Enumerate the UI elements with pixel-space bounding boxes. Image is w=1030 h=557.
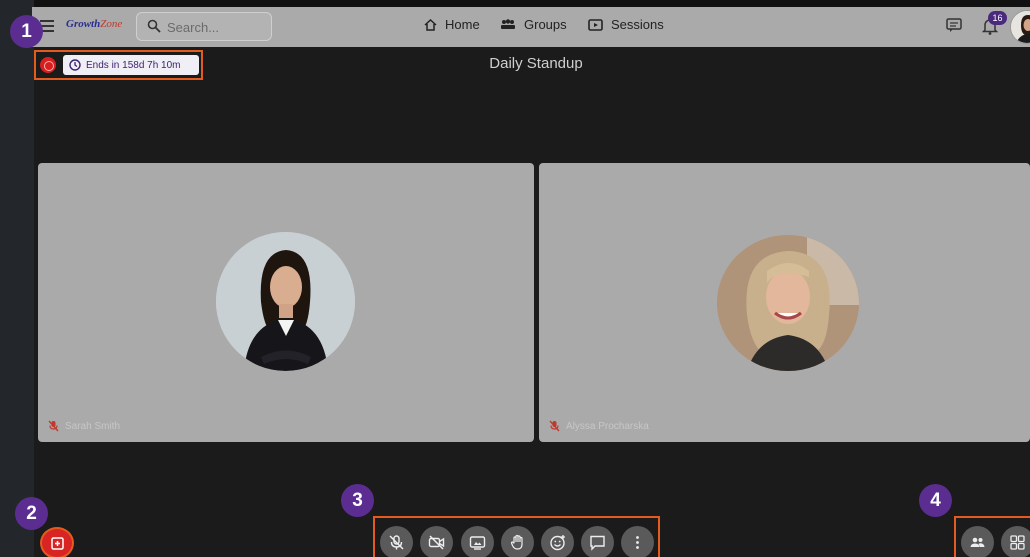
raise-hand-button[interactable] [501, 526, 534, 557]
participant-tile[interactable]: Alyssa Procharska [539, 163, 1030, 442]
left-sidebar-strip [0, 0, 34, 557]
camera-button[interactable] [420, 526, 453, 557]
search-box[interactable] [136, 12, 272, 41]
meeting-controls-toolbar [373, 516, 660, 557]
share-screen-button[interactable] [461, 526, 494, 557]
participant-avatar [717, 235, 859, 371]
view-controls-toolbar [954, 516, 1030, 557]
nav-home-label: Home [445, 17, 480, 32]
search-icon [147, 19, 161, 33]
timer-text: Ends in 158d 7h 10m [86, 59, 181, 71]
mic-off-icon [389, 535, 404, 550]
reactions-button[interactable] [541, 526, 574, 557]
people-icon [970, 537, 985, 547]
clock-icon [69, 59, 81, 71]
record-icon [40, 57, 56, 73]
callout-2: 2 [15, 497, 48, 530]
callout-4: 4 [919, 484, 952, 517]
home-icon [424, 18, 437, 31]
chat-icon [590, 535, 605, 551]
chat-button[interactable] [581, 526, 614, 557]
notification-badge: 16 [988, 11, 1007, 25]
participant-tile[interactable]: Sarah Smith [38, 163, 534, 442]
session-timer: Ends in 158d 7h 10m [63, 55, 199, 75]
more-vertical-icon [636, 536, 639, 549]
mic-muted-icon [48, 420, 59, 432]
emoji-icon [550, 535, 565, 551]
grid-icon [1010, 535, 1025, 550]
top-navbar: GrowthZone Home Groups Sessions 16 [32, 7, 1030, 47]
sessions-icon [588, 18, 603, 31]
callout-3: 3 [341, 484, 374, 517]
participant-photo [717, 235, 859, 371]
nav-groups-label: Groups [524, 17, 567, 32]
groups-icon [501, 19, 515, 29]
screen-share-icon [469, 536, 486, 550]
nav-sessions-label: Sessions [611, 17, 664, 32]
top-edge [0, 0, 1030, 7]
participant-photo [216, 232, 355, 371]
layout-button[interactable] [1001, 526, 1030, 557]
leave-session-button[interactable] [40, 527, 74, 557]
participant-name: Alyssa Procharska [549, 420, 649, 432]
messages-icon[interactable] [946, 18, 962, 33]
mute-button[interactable] [380, 526, 413, 557]
user-avatar-image [1011, 11, 1030, 43]
user-avatar[interactable] [1010, 10, 1030, 44]
mic-muted-icon [549, 420, 560, 432]
nav-groups[interactable]: Groups [500, 17, 567, 32]
participant-avatar [216, 232, 355, 371]
callout-1: 1 [10, 15, 43, 48]
search-input[interactable] [167, 18, 265, 36]
nav-home[interactable]: Home [424, 17, 480, 32]
camera-off-icon [428, 535, 445, 550]
nav-sessions[interactable]: Sessions [588, 17, 664, 32]
session-title: Daily Standup [489, 55, 583, 72]
leave-icon [51, 537, 64, 550]
participants-button[interactable] [961, 526, 994, 557]
recording-timer-highlight: Ends in 158d 7h 10m [34, 50, 203, 80]
participant-name: Sarah Smith [48, 420, 120, 432]
more-options-button[interactable] [621, 526, 654, 557]
growthzone-logo[interactable]: GrowthZone [66, 18, 122, 30]
hand-icon [510, 534, 523, 550]
